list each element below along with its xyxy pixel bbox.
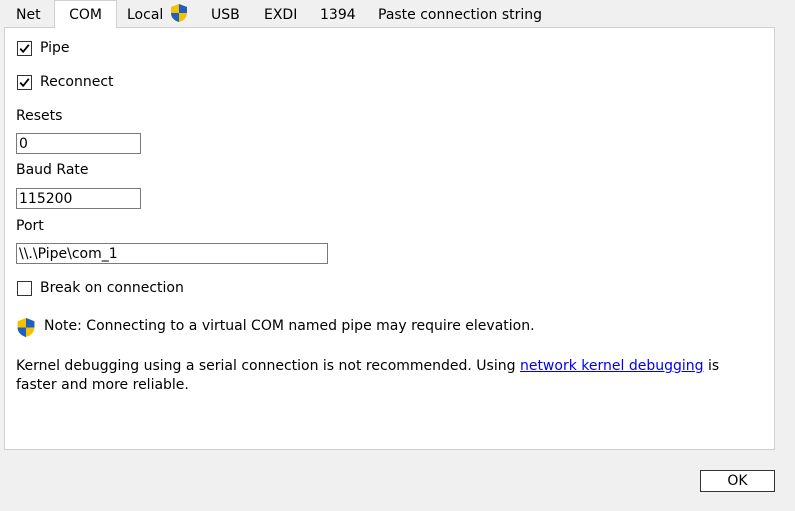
pipe-label[interactable]: Pipe (40, 40, 70, 56)
tab-usb-label: USB (211, 7, 240, 23)
tab-paste-connection-string-label: Paste connection string (378, 7, 543, 23)
break-on-connection-label[interactable]: Break on connection (40, 280, 184, 296)
resets-input[interactable] (16, 133, 141, 154)
serial-info-line2: faster and more reliable. (16, 377, 189, 393)
tab-1394-label: 1394 (320, 7, 356, 23)
pipe-checkbox[interactable] (17, 41, 32, 56)
tab-paste-connection-string[interactable]: Paste connection string (378, 2, 542, 28)
baud-rate-label: Baud Rate (16, 162, 89, 178)
tab-strip: Net COM Local USB EXDI 1394 Paste connec… (4, 0, 795, 28)
network-kernel-debugging-link[interactable]: network kernel debugging (520, 358, 704, 374)
checkmark-icon (19, 44, 30, 54)
tab-net-label: Net (16, 7, 41, 23)
tab-exdi[interactable]: EXDI (264, 2, 297, 28)
serial-info-text-end: is (703, 358, 720, 374)
tab-net[interactable]: Net (16, 2, 41, 28)
serial-info-line1: Kernel debugging using a serial connecti… (16, 357, 766, 376)
serial-info-text: Kernel debugging using a serial connecti… (16, 357, 766, 395)
reconnect-checkbox[interactable] (17, 75, 32, 90)
baud-rate-input[interactable] (16, 188, 141, 209)
tab-1394[interactable]: 1394 (320, 2, 356, 28)
tab-usb[interactable]: USB (211, 2, 240, 28)
checkmark-icon (19, 78, 30, 88)
tab-local[interactable]: Local (127, 2, 188, 28)
reconnect-label[interactable]: Reconnect (40, 74, 114, 90)
serial-info-text-start: Kernel debugging using a serial connecti… (16, 358, 520, 374)
ok-button[interactable]: OK (700, 470, 775, 492)
port-input[interactable] (16, 243, 328, 264)
tab-com[interactable]: COM (54, 0, 117, 28)
resets-label: Resets (16, 108, 63, 124)
com-settings-panel: Pipe Reconnect Resets Baud Rate Port Bre… (4, 27, 775, 450)
uac-shield-icon (170, 4, 187, 22)
tab-exdi-label: EXDI (264, 7, 298, 23)
port-label: Port (16, 218, 44, 234)
uac-shield-icon (17, 318, 35, 337)
tab-local-label: Local (127, 7, 164, 23)
tab-com-label: COM (69, 7, 102, 23)
elevation-note: Note: Connecting to a virtual COM named … (44, 318, 535, 334)
break-on-connection-checkbox[interactable] (17, 281, 32, 296)
